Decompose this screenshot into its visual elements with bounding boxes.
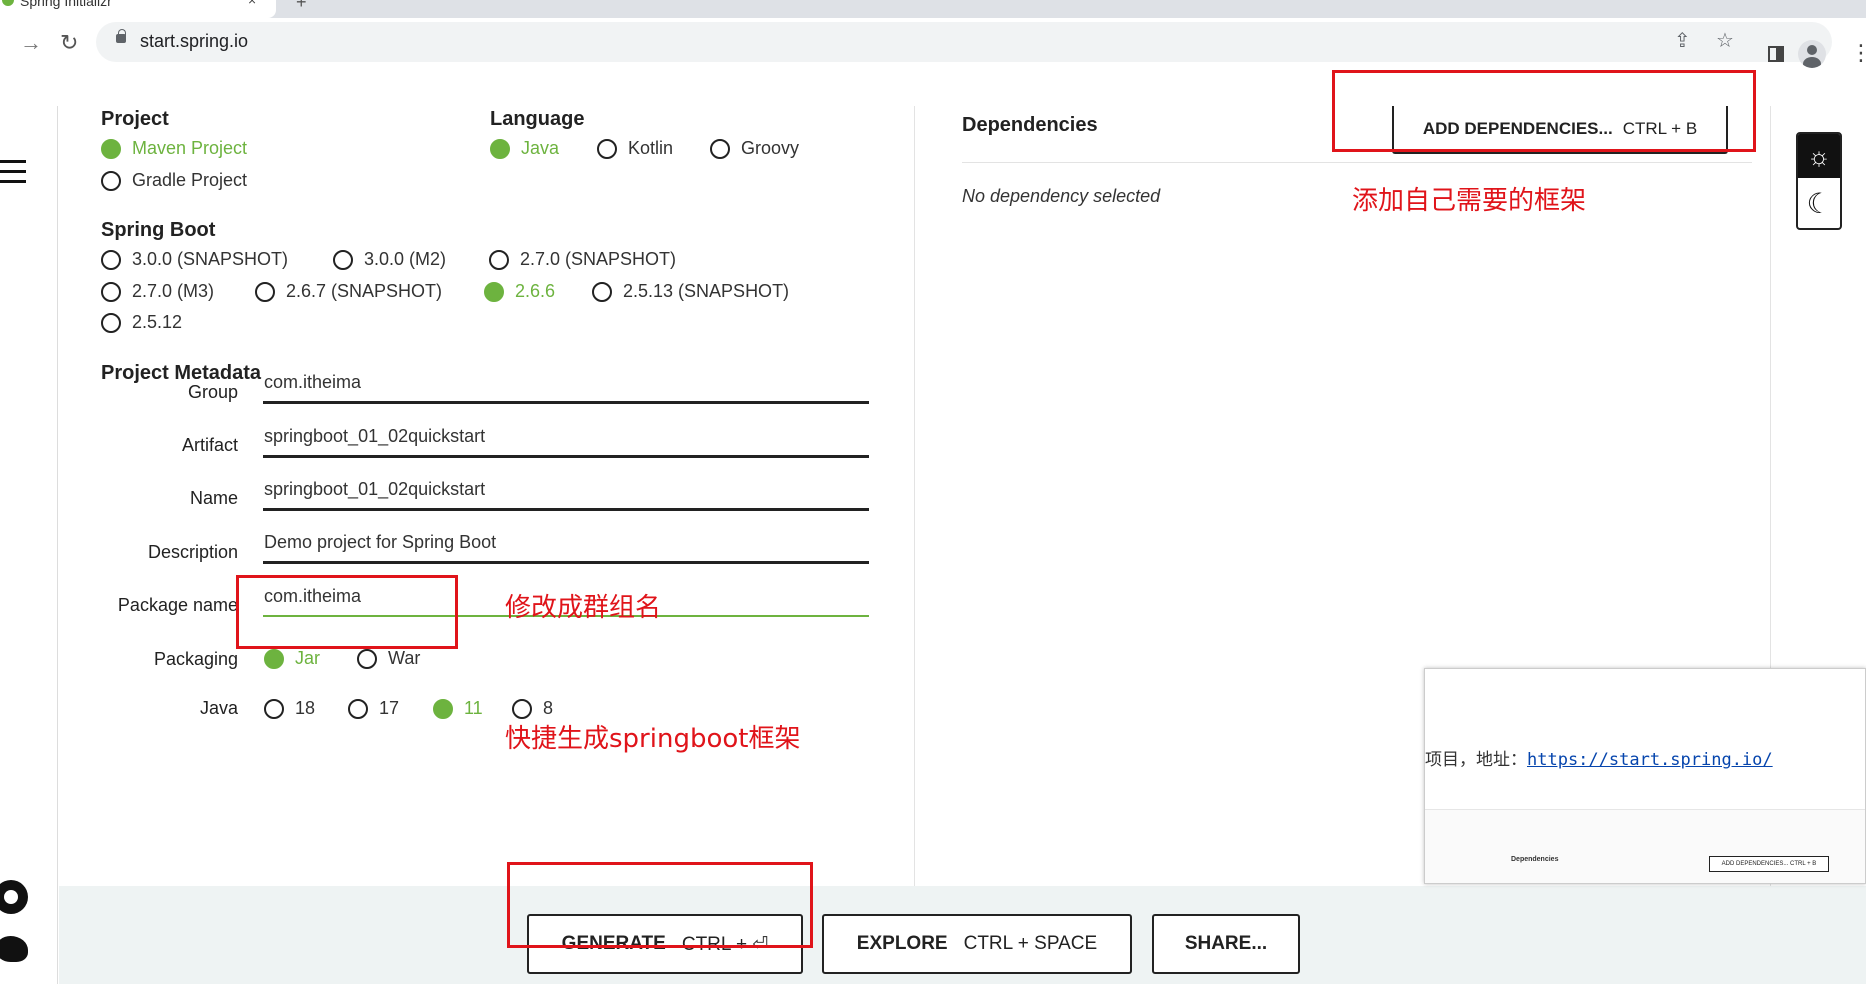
boot-option-2-5-12[interactable]: 2.5.12	[101, 312, 182, 333]
java-option-11[interactable]: 11	[433, 698, 483, 719]
profile-icon[interactable]	[1798, 40, 1826, 68]
annotation-package: 修改成群组名	[505, 593, 662, 623]
share-icon[interactable]: ⇪	[1674, 28, 1691, 53]
new-tab-icon[interactable]: +	[296, 0, 307, 13]
radio-icon	[101, 312, 121, 333]
boot-option-2-7-0-m3[interactable]: 2.7.0 (M3)	[101, 281, 214, 302]
side-panel-icon[interactable]	[1768, 46, 1784, 62]
radio-selected-icon	[484, 281, 504, 302]
radio-icon	[101, 249, 121, 270]
description-label: Description	[147, 542, 238, 562]
java-option-17[interactable]: 17	[348, 698, 399, 719]
annotation-add-deps: 添加自己需要的框架	[1352, 186, 1587, 216]
menu-icon[interactable]: ⋮	[1850, 40, 1866, 66]
artifact-input[interactable]	[263, 418, 869, 458]
boot-option-3-0-0-m2[interactable]: 3.0.0 (M2)	[333, 249, 446, 270]
reload-icon[interactable]: ↻	[60, 30, 78, 56]
java-label: Java	[199, 698, 238, 718]
radio-selected-icon	[101, 138, 121, 159]
spring-boot-title: Spring Boot	[101, 219, 216, 241]
lock-icon[interactable]	[116, 29, 126, 43]
java-option-18[interactable]: 18	[264, 698, 315, 719]
java-option-8[interactable]: 8	[512, 698, 553, 719]
window-minimize-icon[interactable]: —	[1788, 0, 1802, 6]
github-icon[interactable]	[0, 880, 28, 914]
project-option-maven[interactable]: Maven Project	[101, 138, 247, 159]
twitter-icon[interactable]	[0, 936, 28, 962]
radio-selected-icon	[433, 698, 453, 719]
radio-icon	[489, 249, 509, 270]
tab-strip: Spring Initializr × + —	[0, 0, 1866, 18]
sun-icon[interactable]: ☼	[1798, 134, 1840, 178]
packaging-option-war[interactable]: War	[357, 648, 420, 669]
radio-icon	[710, 138, 730, 159]
language-title: Language	[490, 108, 585, 130]
annotation-box-add-deps	[1332, 70, 1756, 152]
thumbnail-dependencies-title: Dependencies	[1511, 856, 1559, 863]
dependencies-divider	[962, 162, 1752, 163]
packaging-label: Packaging	[153, 649, 238, 669]
left-rail	[0, 106, 58, 984]
annotation-box-package	[236, 575, 458, 649]
tab-title: Spring Initializr	[20, 0, 112, 9]
name-label: Name	[189, 488, 238, 508]
radio-selected-icon	[264, 648, 284, 669]
thumbnail-link[interactable]: https://start.spring.io/	[1527, 750, 1773, 770]
group-input[interactable]	[263, 364, 869, 404]
share-button[interactable]: SHARE...	[1152, 914, 1300, 974]
packaging-option-jar[interactable]: Jar	[264, 648, 320, 669]
url-text[interactable]: start.spring.io	[140, 31, 248, 52]
name-input[interactable]	[263, 471, 869, 511]
group-label: Group	[187, 382, 238, 402]
boot-option-3-0-0-snapshot[interactable]: 3.0.0 (SNAPSHOT)	[101, 249, 288, 270]
star-icon[interactable]: ☆	[1716, 28, 1734, 53]
radio-icon	[512, 698, 532, 719]
dependencies-title: Dependencies	[962, 114, 1098, 136]
theme-toggle[interactable]: ☼ ☾	[1796, 132, 1842, 230]
language-option-kotlin[interactable]: Kotlin	[597, 138, 673, 159]
artifact-label: Artifact	[181, 435, 238, 455]
radio-icon	[592, 281, 612, 302]
package-name-label: Package name	[117, 595, 238, 615]
column-divider	[914, 106, 915, 886]
radio-icon	[101, 281, 121, 302]
thumbnail-add-button: ADD DEPENDENCIES... CTRL + B	[1709, 856, 1829, 872]
hamburger-menu-icon[interactable]	[0, 160, 26, 184]
annotation-generate: 快捷生成springboot框架	[505, 724, 801, 754]
address-bar[interactable]: start.spring.io ⇪ ☆	[96, 22, 1832, 62]
boot-option-2-5-13-snapshot[interactable]: 2.5.13 (SNAPSHOT)	[592, 281, 789, 302]
radio-icon	[333, 249, 353, 270]
description-input[interactable]	[263, 524, 869, 564]
radio-icon	[101, 170, 121, 191]
moon-icon[interactable]: ☾	[1798, 180, 1840, 228]
radio-selected-icon	[490, 138, 510, 159]
thumbnail-caption: 项目，地址：https://start.spring.io/	[1425, 750, 1773, 770]
project-option-gradle[interactable]: Gradle Project	[101, 170, 247, 191]
radio-icon	[255, 281, 275, 302]
radio-icon	[348, 698, 368, 719]
forward-icon[interactable]: →	[20, 30, 42, 56]
radio-icon	[597, 138, 617, 159]
radio-icon	[357, 648, 377, 669]
boot-option-2-6-6[interactable]: 2.6.6	[484, 281, 555, 302]
boot-option-2-7-0-snapshot[interactable]: 2.7.0 (SNAPSHOT)	[489, 249, 676, 270]
explore-button[interactable]: EXPLORE CTRL + SPACE	[822, 914, 1132, 974]
dependencies-empty-text: No dependency selected	[962, 186, 1161, 206]
spring-favicon-icon	[2, 0, 14, 6]
boot-option-2-6-7-snapshot[interactable]: 2.6.7 (SNAPSHOT)	[255, 281, 442, 302]
project-title: Project	[101, 108, 169, 130]
browser-tab[interactable]: Spring Initializr ×	[0, 0, 276, 18]
language-option-java[interactable]: Java	[490, 138, 559, 159]
thumbnail-page: Dependencies ADD DEPENDENCIES... CTRL + …	[1425, 809, 1865, 883]
overlay-screenshot-thumbnail: 项目，地址：https://start.spring.io/ Dependenc…	[1424, 668, 1866, 884]
tab-close-icon[interactable]: ×	[248, 0, 256, 8]
annotation-box-generate	[507, 862, 813, 948]
radio-icon	[264, 698, 284, 719]
spring-initializr-page: Project Maven Project Gradle Project Lan…	[0, 70, 1866, 984]
language-option-groovy[interactable]: Groovy	[710, 138, 799, 159]
